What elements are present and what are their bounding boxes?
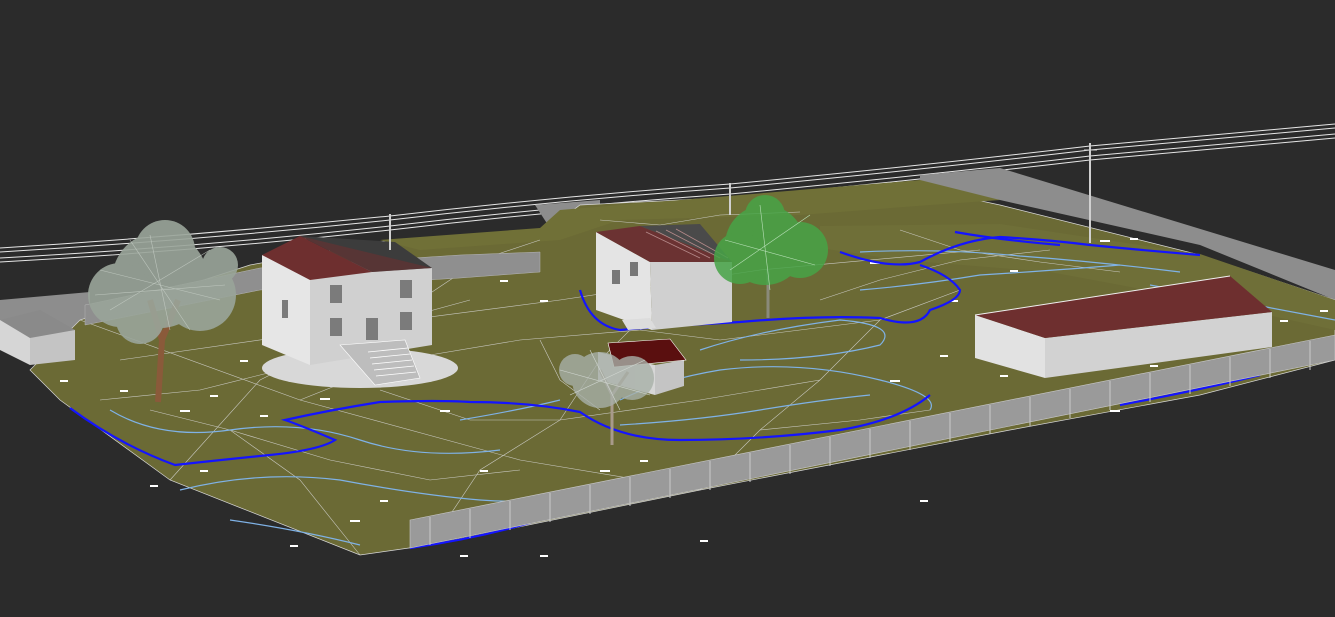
house-back <box>596 224 732 330</box>
scene-canvas <box>0 123 1335 557</box>
3d-viewport[interactable] <box>0 0 1335 617</box>
